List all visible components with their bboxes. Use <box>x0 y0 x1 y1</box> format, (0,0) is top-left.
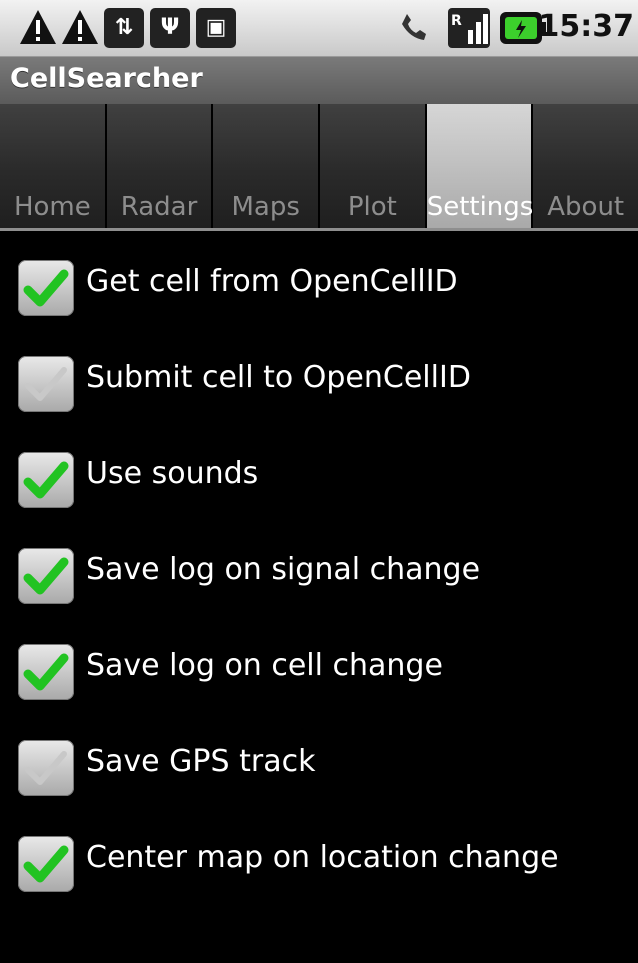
checkbox[interactable] <box>18 356 74 412</box>
android-icon: ▣ <box>196 8 236 48</box>
checkbox[interactable] <box>18 548 74 604</box>
checkbox[interactable] <box>18 452 74 508</box>
checkbox[interactable] <box>18 260 74 316</box>
settings-list: Get cell from OpenCellID Submit cell to O… <box>0 236 638 908</box>
signal-icon: R <box>448 8 490 48</box>
tab-radar[interactable]: Radar <box>106 104 214 228</box>
setting-label: Save GPS track <box>86 744 316 779</box>
settings-row[interactable]: Save GPS track <box>0 716 638 812</box>
warning-icon <box>20 10 56 44</box>
tab-maps[interactable]: Maps <box>213 104 321 228</box>
checkbox[interactable] <box>18 836 74 892</box>
check-icon <box>23 269 69 307</box>
tab-label: Plot <box>347 192 397 222</box>
tab-label: Home <box>13 192 91 222</box>
warning-icon <box>62 10 98 44</box>
check-disabled-icon <box>25 751 67 785</box>
tab-label: Radar <box>120 192 198 222</box>
check-icon <box>23 557 69 595</box>
tab-home[interactable]: Home <box>0 104 107 228</box>
checkbox[interactable] <box>18 740 74 796</box>
setting-label: Use sounds <box>86 456 259 491</box>
settings-row[interactable]: Get cell from OpenCellID <box>0 236 638 332</box>
check-disabled-icon <box>25 367 67 401</box>
check-icon <box>23 461 69 499</box>
check-icon <box>23 845 69 883</box>
clock: 15:37 <box>538 9 635 44</box>
svg-text:R: R <box>451 13 462 29</box>
tab-label: About <box>547 192 625 222</box>
tab-plot[interactable]: Plot <box>320 104 427 228</box>
tab-settings[interactable]: Settings <box>426 104 534 228</box>
app-title: CellSearcher <box>10 63 203 94</box>
phone-icon <box>402 14 426 40</box>
title-bar: CellSearcher <box>0 57 638 104</box>
tab-bar: Home Radar Maps Plot Settings About <box>0 104 638 231</box>
setting-label: Save log on cell change <box>86 648 443 683</box>
settings-row[interactable]: Save log on cell change <box>0 620 638 716</box>
setting-label: Save log on signal change <box>86 552 481 587</box>
tab-label: Settings <box>426 192 534 222</box>
settings-row[interactable]: Use sounds <box>0 428 638 524</box>
setting-label: Center map on location change <box>86 840 559 875</box>
setting-label: Submit cell to OpenCellID <box>86 360 471 395</box>
setting-label: Get cell from OpenCellID <box>86 264 458 299</box>
tab-label: Maps <box>231 192 300 222</box>
checkbox[interactable] <box>18 644 74 700</box>
data-transfer-icon: ⇅ <box>104 8 144 48</box>
usb-icon: Ψ <box>150 8 190 48</box>
settings-row[interactable]: Center map on location change <box>0 812 638 908</box>
tab-about[interactable]: About <box>533 104 638 228</box>
settings-row[interactable]: Submit cell to OpenCellID <box>0 332 638 428</box>
settings-row[interactable]: Save log on signal change <box>0 524 638 620</box>
status-bar: ⇅ Ψ ▣ R 15:37 <box>0 0 638 57</box>
check-icon <box>23 653 69 691</box>
